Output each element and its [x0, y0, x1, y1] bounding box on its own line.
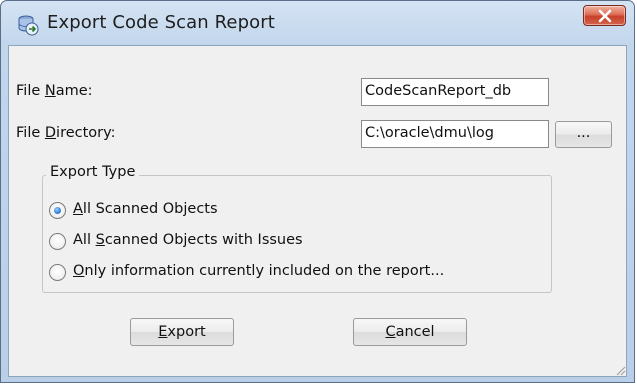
- close-button[interactable]: [583, 5, 626, 26]
- cancel-button[interactable]: Cancel: [353, 318, 467, 346]
- file-name-input[interactable]: CodeScanReport_db: [361, 78, 549, 106]
- radio-button[interactable]: [49, 264, 66, 281]
- radio-label: All Scanned Objects with Issues: [73, 232, 303, 248]
- database-export-icon: [17, 14, 39, 36]
- export-button[interactable]: Export: [130, 318, 234, 346]
- file-directory-input[interactable]: C:\oracle\dmu\log: [361, 120, 549, 148]
- resize-grip-icon[interactable]: [614, 364, 626, 376]
- dialog-title: Export Code Scan Report: [47, 12, 275, 33]
- radio-button-selected[interactable]: [49, 202, 66, 219]
- file-directory-label: File Directory:: [16, 125, 116, 141]
- radio-label: Only information currently included on t…: [73, 263, 445, 279]
- radio-button[interactable]: [49, 233, 66, 250]
- export-type-title: Export Type: [46, 164, 140, 180]
- dialog-body: File Name: CodeScanReport_db File Direct…: [8, 45, 627, 377]
- title-bar[interactable]: Export Code Scan Report: [1, 1, 634, 45]
- radio-label: All Scanned Objects: [73, 201, 218, 217]
- dialog-window: Export Code Scan Report File Name: CodeS…: [0, 0, 635, 383]
- browse-button[interactable]: ...: [555, 121, 612, 148]
- close-icon: [598, 9, 612, 23]
- file-name-label: File Name:: [16, 83, 93, 99]
